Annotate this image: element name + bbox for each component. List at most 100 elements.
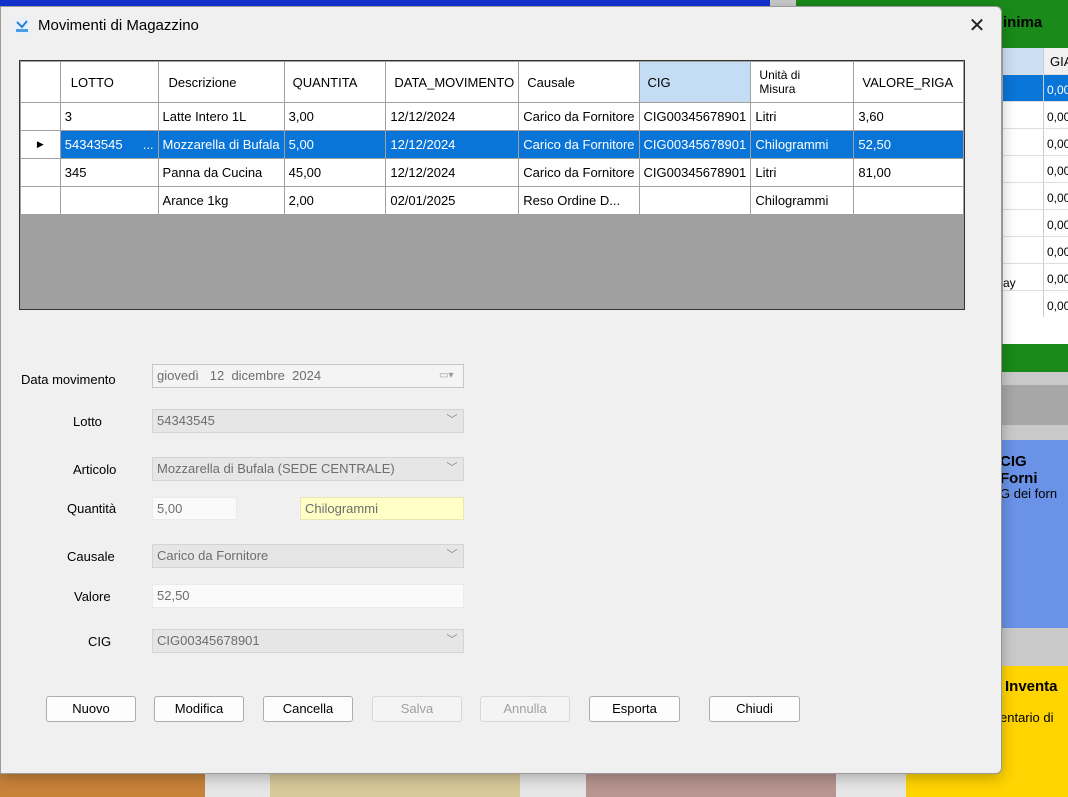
movements-grid[interactable]: LOTTO Descrizione QUANTITA DATA_MOVIMENT… xyxy=(19,60,965,310)
column-header-lotto[interactable]: LOTTO xyxy=(59,61,159,103)
cell-unita[interactable]: Chilogrammi xyxy=(750,130,855,159)
cell-valore[interactable] xyxy=(853,186,964,215)
quantita-input[interactable]: 5,00 xyxy=(152,497,237,520)
title-bar[interactable]: Movimenti di Magazzino ✕ xyxy=(1,7,1001,45)
cell-quantita[interactable]: 45,00 xyxy=(283,158,387,187)
articolo-value: Mozzarella di Bufala (SEDE CENTRALE) xyxy=(157,461,395,476)
data-movimento-value: giovedì 12 dicembre 2024 xyxy=(157,368,322,383)
cell-causale[interactable]: Carico da Fornitore xyxy=(518,158,640,187)
cell-descrizione[interactable]: Mozzarella di Bufala xyxy=(157,130,285,159)
cell-valore[interactable]: 81,00 xyxy=(853,158,964,187)
cancella-button[interactable]: Cancella xyxy=(263,696,353,722)
cig-label: CIG xyxy=(88,634,112,649)
cell-lotto[interactable]: 345 xyxy=(59,158,159,187)
chevron-down-icon[interactable]: ﹀ xyxy=(441,410,463,430)
chevron-down-icon[interactable]: ﹀ xyxy=(441,630,463,650)
cell-data[interactable]: 12/12/2024 xyxy=(385,102,520,131)
table-row[interactable]: Arance 1kg 2,00 02/01/2025 Reso Ordine D… xyxy=(20,186,964,215)
cig-combo[interactable]: CIG00345678901 ﹀ xyxy=(152,629,464,653)
cell-descrizione[interactable]: Arance 1kg xyxy=(157,186,285,215)
cell-quantita[interactable]: 5,00 xyxy=(283,130,387,159)
lotto-combo[interactable]: 54343545 ﹀ xyxy=(152,409,464,433)
column-header-cig[interactable]: CIG xyxy=(638,61,752,103)
cell-unita[interactable]: Chilogrammi xyxy=(750,186,855,215)
articolo-combo[interactable]: Mozzarella di Bufala (SEDE CENTRALE) ﹀ xyxy=(152,457,464,481)
table-row[interactable]: 345 Panna da Cucina 45,00 12/12/2024 Car… xyxy=(20,158,964,187)
cell-lotto-value: 54343545 xyxy=(64,137,123,152)
background-grid-row-selected xyxy=(1003,74,1043,101)
app-icon xyxy=(14,18,30,34)
cell-causale[interactable]: Carico da Fornitore xyxy=(518,102,640,131)
column-header-unita-misura[interactable]: Unità di Misura xyxy=(750,61,855,103)
cell-data[interactable]: 02/01/2025 xyxy=(385,186,520,215)
column-header-data-movimento[interactable]: DATA_MOVIMENTO xyxy=(385,61,520,103)
cell-causale[interactable]: Carico da Fornitore xyxy=(518,130,640,159)
background-cig-subtitle: G dei forn xyxy=(1000,486,1058,501)
cell-valore[interactable]: 52,50 xyxy=(853,130,964,159)
background-gap xyxy=(836,770,906,797)
calendar-icon[interactable]: ▭▾ xyxy=(439,369,457,383)
table-row-selected[interactable]: ▶ 54343545 ... Mozzarella di Bufala 5,00… xyxy=(20,130,964,159)
background-tile-orange[interactable] xyxy=(0,770,205,797)
background-grid-cell: 0,00 xyxy=(1043,155,1068,182)
modifica-button[interactable]: Modifica xyxy=(154,696,244,722)
cell-unita[interactable]: Litri xyxy=(750,102,855,131)
current-row-marker-icon[interactable]: ▶ xyxy=(20,130,61,159)
cell-descrizione[interactable]: Latte Intero 1L xyxy=(157,102,285,131)
window-title: Movimenti di Magazzino xyxy=(38,17,199,34)
background-gray-strip xyxy=(1002,385,1068,425)
quantita-label: Quantità xyxy=(67,501,117,516)
background-title: inima xyxy=(1003,14,1043,31)
background-grid-cell: 0,00 xyxy=(1043,182,1068,209)
cell-data[interactable]: 12/12/2024 xyxy=(385,158,520,187)
background-grid-row xyxy=(1003,101,1043,128)
background-grid-row xyxy=(1003,209,1043,236)
column-header-quantita[interactable]: QUANTITA xyxy=(283,61,387,103)
table-row[interactable]: 3 Latte Intero 1L 3,00 12/12/2024 Carico… xyxy=(20,102,964,131)
column-header-causale[interactable]: Causale xyxy=(518,61,640,103)
cell-unita[interactable]: Litri xyxy=(750,158,855,187)
background-grid-row xyxy=(1003,290,1043,317)
cell-quantita[interactable]: 2,00 xyxy=(283,186,387,215)
cell-cig[interactable]: CIG00345678901 xyxy=(638,158,752,187)
salva-button[interactable]: Salva xyxy=(372,696,462,722)
cell-cig[interactable]: CIG00345678901 xyxy=(638,102,752,131)
cell-causale[interactable]: Reso Ordine D... xyxy=(518,186,640,215)
annulla-button[interactable]: Annulla xyxy=(480,696,570,722)
chevron-down-icon[interactable]: ﹀ xyxy=(441,545,463,565)
background-tile-beige[interactable] xyxy=(270,770,520,797)
cell-lotto[interactable] xyxy=(59,186,159,215)
background-grid-row xyxy=(1003,155,1043,182)
causale-label: Causale xyxy=(67,549,115,564)
cell-descrizione[interactable]: Panna da Cucina xyxy=(157,158,285,187)
cell-lotto[interactable]: 3 xyxy=(59,102,159,131)
cell-quantita[interactable]: 3,00 xyxy=(283,102,387,131)
cell-lotto-ellipsis-button[interactable]: ... xyxy=(143,137,154,152)
data-movimento-picker[interactable]: giovedì 12 dicembre 2024 ▭▾ xyxy=(152,364,464,388)
cell-valore[interactable]: 3,60 xyxy=(853,102,964,131)
background-cig-title: CIG Forni xyxy=(1000,453,1038,487)
chevron-down-icon[interactable]: ﹀ xyxy=(441,458,463,478)
row-header[interactable] xyxy=(20,186,61,215)
esporta-button[interactable]: Esporta xyxy=(589,696,680,722)
lotto-value: 54343545 xyxy=(157,413,215,428)
cell-cig[interactable]: CIG00345678901 xyxy=(638,130,752,159)
cell-data[interactable]: 12/12/2024 xyxy=(385,130,520,159)
row-header[interactable] xyxy=(20,158,61,187)
background-grid-cell: 0,00 xyxy=(1043,290,1068,317)
nuovo-button[interactable]: Nuovo xyxy=(46,696,136,722)
chiudi-button[interactable]: Chiudi xyxy=(709,696,800,722)
articolo-label: Articolo xyxy=(73,462,117,477)
cell-cig[interactable] xyxy=(638,186,752,215)
causale-combo[interactable]: Carico da Fornitore ﹀ xyxy=(152,544,464,568)
column-header-descrizione[interactable]: Descrizione xyxy=(157,61,285,103)
row-header[interactable] xyxy=(20,102,61,131)
background-inventory-title: Inventa xyxy=(1005,678,1058,695)
background-gap xyxy=(520,770,586,797)
background-grid-row xyxy=(1003,128,1043,155)
cell-lotto[interactable]: 54343545 ... xyxy=(59,130,159,159)
background-tile-rose[interactable] xyxy=(586,770,836,797)
close-icon[interactable]: ✕ xyxy=(959,11,995,41)
valore-input[interactable]: 52,50 xyxy=(152,584,464,608)
column-header-valore-riga[interactable]: VALORE_RIGA xyxy=(853,61,964,103)
